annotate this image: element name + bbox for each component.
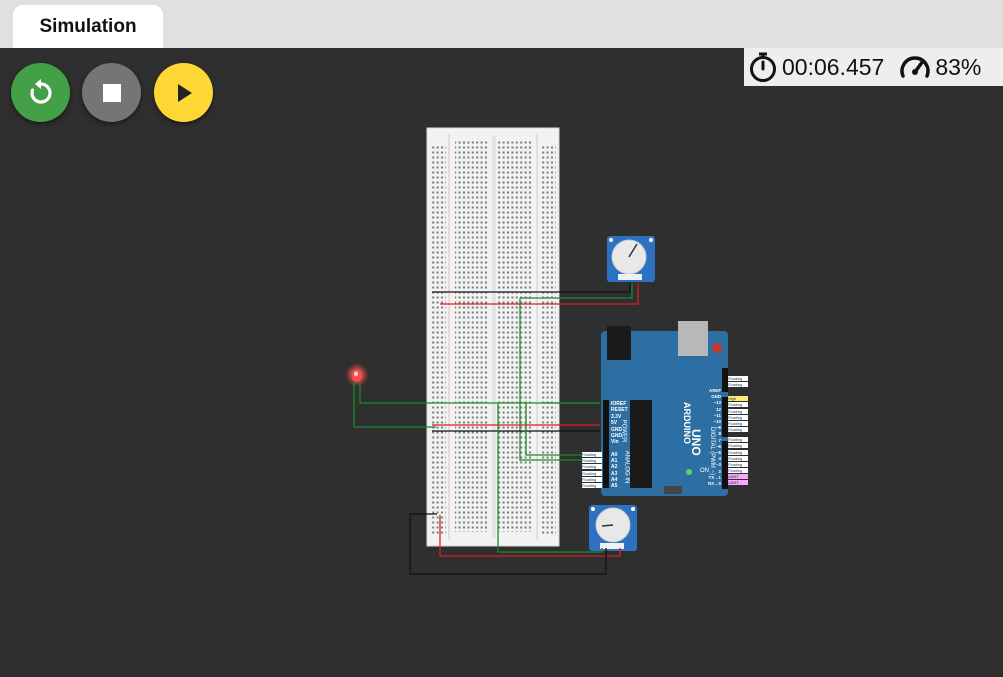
pin-state: Floating	[728, 455, 748, 461]
pin-state: Floating	[582, 476, 602, 482]
play-button[interactable]	[154, 63, 213, 122]
potentiometer-top[interactable]	[607, 236, 655, 282]
stop-button[interactable]	[82, 63, 141, 122]
analog-pin-states: Floating Floating Floating Floating Floa…	[582, 452, 602, 489]
circuit-canvas[interactable]	[0, 0, 1003, 677]
pin-state: Floating	[582, 482, 602, 488]
pin-state: Floating	[582, 452, 602, 457]
pin-state: Floating	[582, 464, 602, 470]
pin-state: High	[728, 396, 748, 402]
pin-state: Floating	[728, 427, 748, 433]
led[interactable]	[345, 363, 369, 387]
power-pin-labels: IOREF RESET 3.3V 5V GND GND Vin	[611, 401, 628, 446]
pin-state: Floating	[728, 468, 748, 474]
pin-state: Floating	[728, 414, 748, 420]
pin-label: A3	[611, 470, 618, 477]
speedometer-icon	[900, 56, 931, 78]
pin-state: Floating	[728, 376, 748, 381]
tab-simulation[interactable]: Simulation	[13, 5, 163, 48]
digital-pin-labels: AREF GND ~13 12 ~11 ~10 ~9 8 7 ~6 ~5 4 ~…	[706, 388, 721, 487]
pin-label: Vin	[611, 439, 619, 446]
pin-state: Floating	[582, 470, 602, 476]
pin-state: Floating	[582, 458, 602, 464]
wires	[353, 283, 639, 575]
restart-button[interactable]	[11, 63, 70, 122]
stop-icon	[102, 83, 121, 102]
pin-state: Floating	[728, 382, 748, 388]
pin-state: UART	[728, 474, 748, 480]
simulation-speed: 83%	[935, 53, 982, 80]
pin-label: RX←0	[708, 481, 721, 487]
pin-state: Floating	[728, 437, 748, 443]
analog-pin-labels: A0 A1 A2 A3 A4 A5	[611, 452, 617, 489]
restart-icon	[29, 78, 52, 104]
potentiometer-bottom[interactable]	[589, 505, 637, 551]
pin-state: Floating	[728, 408, 748, 414]
play-icon	[177, 83, 192, 102]
pin-state: Floating	[728, 461, 748, 467]
pin-label: RESET	[611, 407, 628, 414]
stopwatch-icon	[750, 52, 776, 82]
arduino-analog-section: ANALOG IN	[623, 450, 630, 484]
pin-state: Floating	[728, 449, 748, 455]
digital-pin-states: Floating Floating High Floating Floating…	[728, 376, 748, 487]
pin-state: Floating	[728, 443, 748, 449]
pin-state: Floating	[728, 420, 748, 426]
simulation-status-bar: 00:06.457 83%	[744, 48, 1003, 86]
simulation-time: 00:06.457	[782, 53, 885, 80]
pin-label: A2	[611, 464, 618, 471]
pin-state: Floating	[728, 402, 748, 408]
pin-label: A5	[611, 483, 618, 490]
breadboard[interactable]	[426, 127, 560, 547]
pin-state: UART	[728, 480, 748, 486]
arduino-model-label: UNO	[689, 429, 703, 456]
top-bar: Simulation	[0, 0, 1003, 48]
